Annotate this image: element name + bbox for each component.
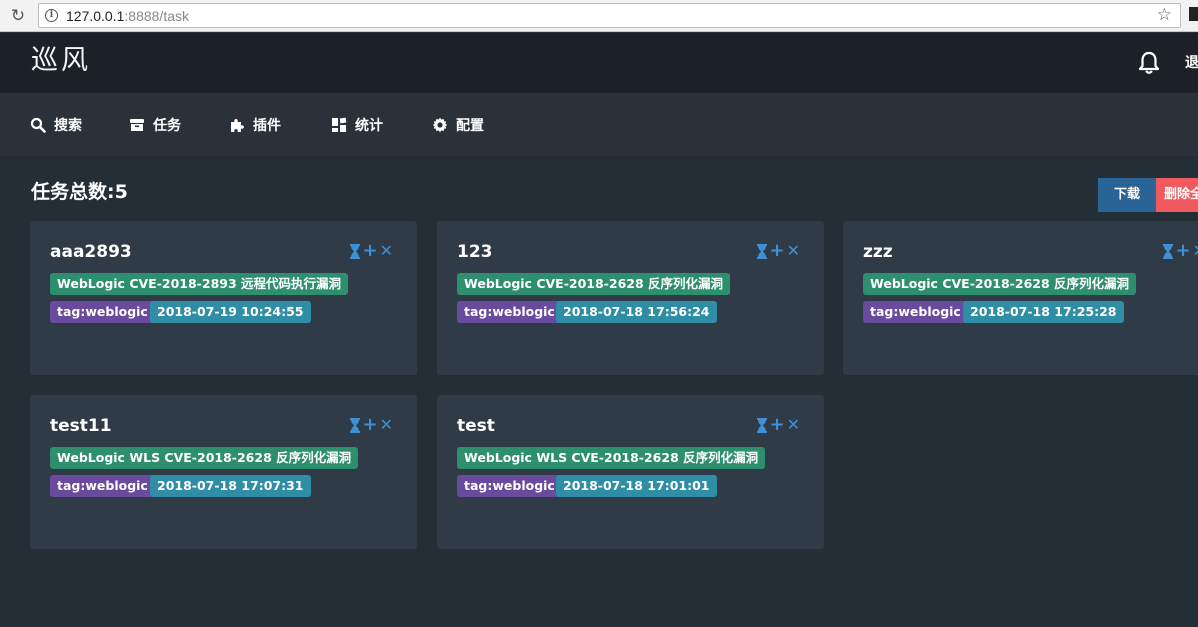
task-card[interactable]: zzz + ✕ WebLogic CVE-2018-2628 反序列化漏洞 ta… xyxy=(843,221,1198,375)
task-name[interactable]: test xyxy=(457,414,495,438)
nav-label-config: 配置 xyxy=(456,118,484,134)
close-icon[interactable]: ✕ xyxy=(787,416,800,434)
nav-item-tasks[interactable]: 任务 xyxy=(129,115,181,135)
url-path: :8888/task xyxy=(124,8,189,24)
reload-icon[interactable]: ↻ xyxy=(8,6,28,26)
hourglass-icon[interactable] xyxy=(1162,243,1173,259)
task-count-title: 任务总数:5 xyxy=(31,181,128,203)
nav-label-stats: 统计 xyxy=(355,118,383,134)
nav-label-plugins: 插件 xyxy=(253,118,281,134)
hourglass-icon[interactable] xyxy=(349,243,360,259)
vuln-tag: WebLogic WLS CVE-2018-2628 反序列化漏洞 xyxy=(50,447,359,469)
logout-link[interactable]: 退 xyxy=(1185,53,1198,73)
task-card[interactable]: test + ✕ WebLogic WLS CVE-2018-2628 反序列化… xyxy=(437,395,824,549)
close-icon[interactable]: ✕ xyxy=(1193,242,1198,260)
time-tag: 2018-07-19 10:24:55 xyxy=(150,301,311,323)
nav-item-stats[interactable]: 统计 xyxy=(331,115,383,135)
delete-all-button[interactable]: 删除全 xyxy=(1156,178,1198,212)
task-name[interactable]: test11 xyxy=(50,414,112,438)
hourglass-icon[interactable] xyxy=(756,417,767,433)
time-tag: 2018-07-18 17:01:01 xyxy=(556,475,717,497)
add-icon[interactable]: + xyxy=(770,416,785,434)
task-name[interactable]: aaa2893 xyxy=(50,240,132,264)
extension-icon[interactable] xyxy=(1189,7,1198,21)
add-icon[interactable]: + xyxy=(363,416,378,434)
close-icon[interactable]: ✕ xyxy=(787,242,800,260)
nav-item-config[interactable]: 配置 xyxy=(432,115,484,135)
close-icon[interactable]: ✕ xyxy=(380,242,393,260)
address-url: 127.0.0.1:8888/task xyxy=(66,7,189,25)
top-header: 巡风 退 xyxy=(0,33,1198,93)
time-tag: 2018-07-18 17:25:28 xyxy=(963,301,1124,323)
nav-label-search: 搜索 xyxy=(54,118,82,134)
label-tag: tag:weblogic xyxy=(50,475,155,497)
bell-icon[interactable] xyxy=(1138,51,1160,75)
task-actions: + ✕ xyxy=(349,416,393,434)
add-icon[interactable]: + xyxy=(770,242,785,260)
app-logo[interactable]: 巡风 xyxy=(31,43,91,79)
time-tag: 2018-07-18 17:07:31 xyxy=(150,475,311,497)
add-icon[interactable]: + xyxy=(1176,242,1191,260)
label-tag: tag:weblogic xyxy=(457,301,562,323)
vuln-tag: WebLogic CVE-2018-2628 反序列化漏洞 xyxy=(457,273,731,295)
url-host: 127.0.0.1 xyxy=(66,8,125,24)
search-icon xyxy=(30,117,46,133)
bookmark-star-icon[interactable]: ☆ xyxy=(1157,5,1172,25)
hourglass-icon[interactable] xyxy=(756,243,767,259)
add-icon[interactable]: + xyxy=(363,242,378,260)
nav-label-tasks: 任务 xyxy=(153,118,181,134)
task-actions: + ✕ xyxy=(756,416,800,434)
time-tag: 2018-07-18 17:56:24 xyxy=(556,301,717,323)
puzzle-icon xyxy=(231,119,244,132)
nav-item-plugins[interactable]: 插件 xyxy=(229,115,281,135)
task-actions: + ✕ xyxy=(349,242,393,260)
task-actions: + ✕ xyxy=(1162,242,1198,260)
browser-toolbar: ↻ i 127.0.0.1:8888/task ☆ xyxy=(0,0,1198,32)
vuln-tag: WebLogic CVE-2018-2893 远程代码执行漏洞 xyxy=(50,273,349,295)
vuln-tag: WebLogic WLS CVE-2018-2628 反序列化漏洞 xyxy=(457,447,766,469)
info-icon[interactable]: i xyxy=(45,9,58,22)
task-card[interactable]: 123 + ✕ WebLogic CVE-2018-2628 反序列化漏洞 ta… xyxy=(437,221,824,375)
label-tag: tag:weblogic xyxy=(50,301,155,323)
nav-item-search[interactable]: 搜索 xyxy=(30,115,82,135)
address-bar[interactable]: i 127.0.0.1:8888/task ☆ xyxy=(38,3,1181,28)
close-icon[interactable]: ✕ xyxy=(380,416,393,434)
task-actions: + ✕ xyxy=(756,242,800,260)
hourglass-icon[interactable] xyxy=(349,417,360,433)
gear-icon xyxy=(432,117,448,133)
task-card[interactable]: aaa2893 + ✕ WebLogic CVE-2018-2893 远程代码执… xyxy=(30,221,417,375)
task-name[interactable]: zzz xyxy=(863,240,893,264)
task-name[interactable]: 123 xyxy=(457,240,493,264)
download-button[interactable]: 下载 xyxy=(1098,178,1156,212)
vuln-tag: WebLogic CVE-2018-2628 反序列化漏洞 xyxy=(863,273,1137,295)
archive-icon xyxy=(130,119,144,131)
task-card[interactable]: test11 + ✕ WebLogic WLS CVE-2018-2628 反序… xyxy=(30,395,417,549)
label-tag: tag:weblogic xyxy=(457,475,562,497)
dashboard-icon xyxy=(332,117,347,132)
main-nav: 搜索 任务 插件 统计 配置 xyxy=(0,93,1198,156)
label-tag: tag:weblogic xyxy=(863,301,968,323)
